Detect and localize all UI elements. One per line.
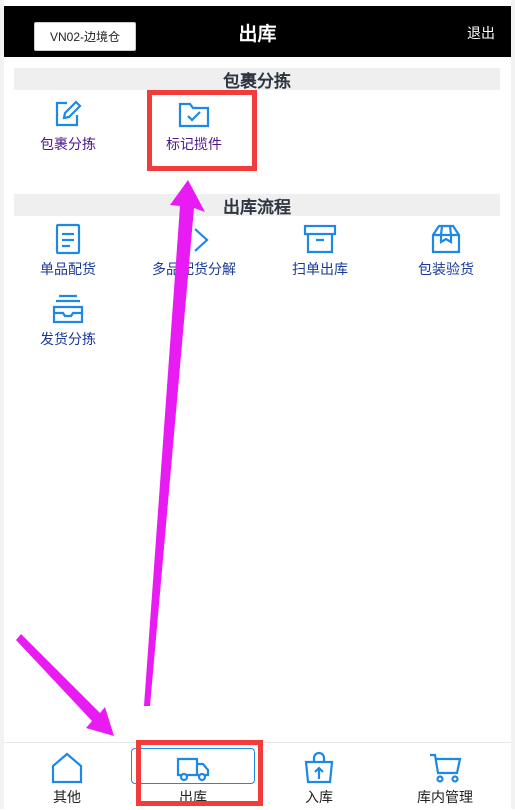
nav-label: 出库 — [179, 789, 207, 805]
truck-icon — [176, 757, 210, 782]
shopping-bag-arrow-icon — [304, 751, 334, 784]
arrow-to-outbound-tab — [16, 634, 114, 736]
app-header: VN02-边境仓 出库 退出 — [4, 6, 511, 57]
tile-mark-pickup[interactable]: 标记揽件 — [134, 98, 254, 154]
stacked-tray-icon — [52, 294, 84, 324]
tile-single-item-picking[interactable]: 单品配货 — [8, 223, 128, 279]
document-icon — [55, 223, 81, 255]
nav-warehouse-mgmt[interactable]: 库内管理 — [390, 743, 500, 810]
tile-pack-inspect[interactable]: 包装验货 — [386, 223, 506, 279]
warehouse-selector[interactable]: VN02-边境仓 — [34, 22, 136, 51]
nav-other[interactable]: 其他 — [12, 743, 122, 810]
tile-label: 扫单出库 — [292, 261, 348, 277]
edit-icon — [55, 100, 82, 127]
package-icon — [431, 224, 461, 254]
frame-edge-left — [0, 0, 4, 809]
tile-multi-item-split[interactable]: 多品配货分解 — [134, 223, 254, 279]
tile-scan-outbound[interactable]: 扫单出库 — [260, 223, 380, 279]
tile-shipping-sort[interactable]: 发货分拣 — [8, 293, 128, 349]
logout-button[interactable]: 退出 — [467, 23, 495, 43]
nav-inbound[interactable]: 入库 — [264, 743, 374, 810]
tile-label: 标记揽件 — [166, 136, 222, 152]
nav-label: 入库 — [305, 789, 333, 805]
folder-check-icon — [178, 102, 210, 128]
nav-label: 库内管理 — [417, 789, 473, 805]
frame-edge-right — [511, 0, 515, 809]
archive-box-icon — [303, 224, 337, 254]
section-title-outbound-flow: 出库流程 — [14, 194, 500, 217]
bottom-nav: 其他 出库 入库 库内管理 — [4, 742, 511, 810]
tile-label: 发货分拣 — [40, 331, 96, 347]
tile-label: 多品配货分解 — [152, 261, 236, 277]
cart-icon — [430, 753, 462, 783]
split-icon — [194, 228, 209, 252]
nav-label: 其他 — [53, 789, 81, 805]
tile-label: 包裹分拣 — [40, 136, 96, 152]
section-title-package-sort: 包裹分拣 — [14, 68, 500, 91]
nav-outbound[interactable]: 出库 — [138, 743, 248, 810]
tile-label: 单品配货 — [40, 261, 96, 277]
tile-package-sort[interactable]: 包裹分拣 — [8, 98, 128, 154]
tile-label: 包装验货 — [418, 261, 474, 277]
home-icon — [51, 752, 83, 784]
